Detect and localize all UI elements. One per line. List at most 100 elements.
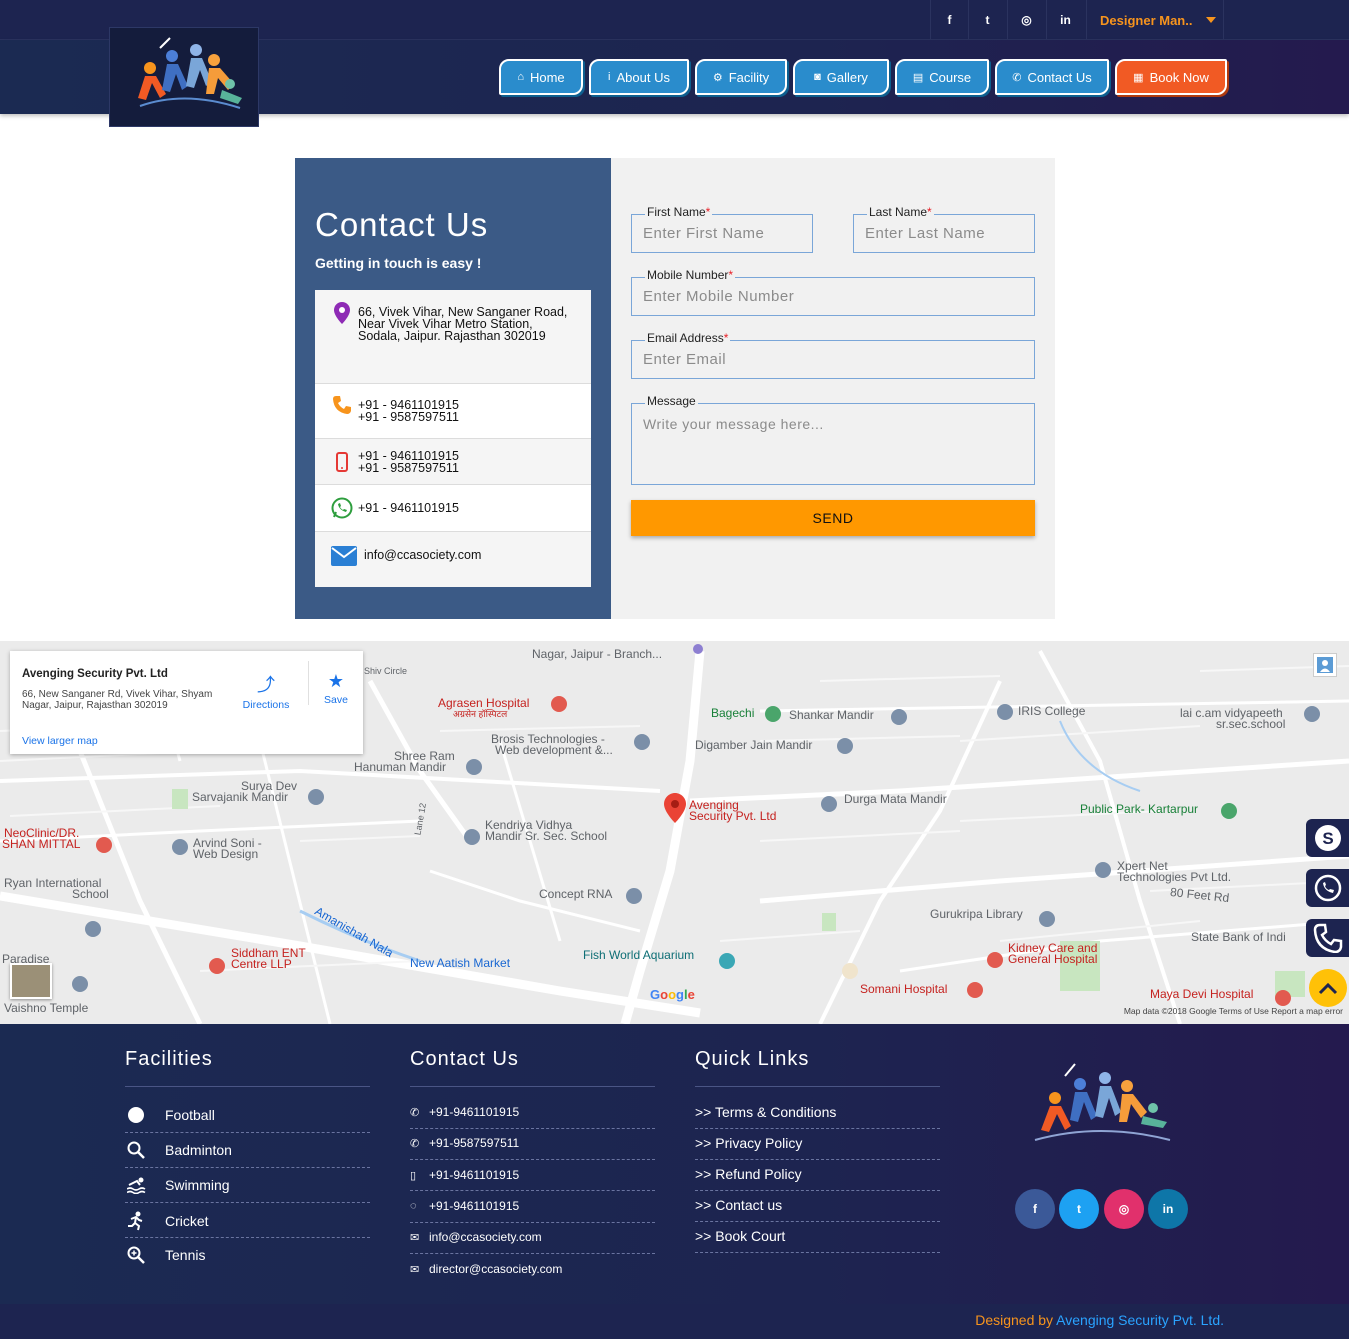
facility-cricket[interactable]: Cricket: [127, 1211, 209, 1231]
facility-badminton[interactable]: Badminton: [127, 1141, 232, 1159]
address-line: Sodala, Jaipur. Rajasthan 302019: [358, 329, 546, 343]
save-button[interactable]: ★ Save: [301, 671, 371, 706]
email-address[interactable]: info@ccasociety.com: [364, 549, 481, 562]
instagram-icon[interactable]: ◎: [1007, 0, 1045, 40]
twitter-icon[interactable]: t: [1059, 1189, 1099, 1229]
nav-home-button[interactable]: ⌂ Home: [499, 59, 583, 95]
quick-link-contact[interactable]: >> Contact us: [695, 1197, 782, 1213]
facility-label: Cricket: [165, 1213, 209, 1229]
map-card-title: Avenging Security Pvt. Ltd: [22, 668, 168, 680]
directions-button[interactable]: ⤴ Directions: [231, 671, 301, 711]
phone-number[interactable]: +91 - 9587597511: [358, 411, 459, 424]
phone-numbers: +91 - 9461101915 +91 - 9587597511: [358, 399, 459, 424]
contact-title: Contact Us: [315, 206, 489, 243]
email-input[interactable]: Enter Email: [631, 340, 1035, 379]
mobile-number[interactable]: +91 - 9587597511: [358, 462, 459, 475]
home-icon: ⌂: [517, 71, 524, 83]
email-row: info@ccasociety.com: [315, 532, 591, 587]
divider: [125, 1237, 370, 1238]
facility-tennis[interactable]: Tennis: [127, 1246, 205, 1264]
camera-icon: ◙: [814, 71, 821, 83]
site-logo[interactable]: [109, 27, 259, 127]
instagram-icon[interactable]: ◎: [1104, 1189, 1144, 1229]
location-pin-icon[interactable]: [664, 793, 686, 823]
book-now-button[interactable]: ▦ Book Now: [1115, 59, 1227, 95]
satellite-toggle-thumbnail[interactable]: [10, 963, 52, 999]
swimmer-icon: [127, 1176, 165, 1194]
footer-contact-item[interactable]: ▯ +91-9461101915: [410, 1168, 519, 1182]
email-label-text: Email Address: [647, 331, 724, 345]
divider: [410, 1190, 655, 1191]
last-name-input[interactable]: Enter Last Name: [853, 214, 1035, 253]
required-marker: *: [705, 205, 711, 219]
facebook-icon[interactable]: f: [1015, 1189, 1055, 1229]
divider: [695, 1128, 940, 1129]
quick-link-terms[interactable]: >> Terms & Conditions: [695, 1104, 836, 1120]
google-logo: Google: [650, 987, 695, 1002]
whatsapp-float-button[interactable]: [1306, 869, 1349, 907]
footer-contact-item[interactable]: ◌ +91-9461101915: [410, 1199, 519, 1213]
quick-link-refund[interactable]: >> Refund Policy: [695, 1166, 802, 1182]
linkedin-icon[interactable]: in: [1046, 0, 1084, 40]
designer-company-link[interactable]: Avenging Security Pvt. Ltd.: [1056, 1312, 1224, 1328]
football-icon: [127, 1106, 165, 1124]
gears-icon: ⚙: [712, 71, 723, 84]
call-float-button[interactable]: [1306, 919, 1349, 957]
phone-icon: ✆: [410, 1106, 420, 1119]
street-view-pegman-icon[interactable]: [1313, 653, 1337, 677]
nav-gallery-button[interactable]: ◙ Gallery: [793, 59, 889, 95]
divider: [125, 1132, 370, 1133]
nav-contact-button[interactable]: ✆ Contact Us: [995, 59, 1109, 95]
linkedin-icon[interactable]: in: [1148, 1189, 1188, 1229]
map-card-address: 66, New Sanganer Rd, Vivek Vihar, Shyam …: [22, 689, 213, 711]
divider: [410, 1222, 655, 1223]
nav-course-button[interactable]: ▤ Course: [895, 59, 989, 95]
message-label: Message: [645, 394, 698, 408]
footer-contact-item[interactable]: ✉ director@ccasociety.com: [410, 1262, 562, 1276]
contact-form: Enter First Name First Name* Enter Last …: [611, 158, 1055, 619]
nav-about-button[interactable]: i About Us: [589, 59, 689, 95]
skype-button[interactable]: S: [1306, 819, 1349, 857]
footer-contact-text: director@ccasociety.com: [429, 1262, 563, 1276]
facility-football[interactable]: Football: [127, 1106, 215, 1124]
language-dropdown[interactable]: Designer Man..: [1086, 0, 1224, 40]
chevron-up-icon: [1318, 982, 1338, 995]
facility-swimming[interactable]: Swimming: [127, 1176, 230, 1194]
required-marker: *: [927, 205, 932, 219]
divider: [410, 1128, 655, 1129]
footer-contact-item[interactable]: ✆ +91-9461101915: [410, 1105, 519, 1119]
heading-underline: [410, 1086, 655, 1087]
google-map[interactable]: Nagar, Jaipur - Branch... Agrasen Hospit…: [0, 641, 1349, 1024]
footer-contact-item[interactable]: ✉ info@ccasociety.com: [410, 1230, 542, 1244]
facebook-icon[interactable]: f: [930, 0, 968, 40]
view-larger-map-link[interactable]: View larger map: [22, 735, 98, 747]
send-button[interactable]: SEND: [631, 500, 1035, 536]
footer-contact-heading: Contact Us: [410, 1048, 519, 1070]
footer-contact-item[interactable]: ✆ +91-9587597511: [410, 1136, 519, 1150]
quick-links-heading: Quick Links: [695, 1048, 810, 1070]
message-textarea[interactable]: Write your message here...: [631, 403, 1035, 485]
quick-link-book-court[interactable]: >> Book Court: [695, 1228, 785, 1244]
mobile-label: Mobile Number*: [645, 268, 736, 282]
heading-underline: [125, 1086, 370, 1087]
phone-icon: ✆: [1012, 71, 1022, 84]
footer-logo: [1034, 1063, 1171, 1141]
scroll-to-top-button[interactable]: [1309, 969, 1347, 1007]
nav-facility-button[interactable]: ⚙ Facility: [695, 59, 787, 95]
first-name-input[interactable]: Enter First Name: [631, 214, 813, 253]
required-marker: *: [723, 331, 729, 345]
whatsapp-icon: ◌: [410, 1200, 417, 1212]
twitter-icon[interactable]: t: [968, 0, 1006, 40]
footer-contact-text: +91-9461101915: [429, 1105, 520, 1119]
contact-subtitle: Getting in touch is easy !: [315, 255, 482, 271]
sports-logo-graphic: [138, 37, 242, 109]
quick-link-privacy[interactable]: >> Privacy Policy: [695, 1135, 802, 1151]
footer-contact-text: +91-9587597511: [429, 1136, 520, 1150]
star-icon: ★: [327, 671, 345, 691]
nav-facility-label: Facility: [728, 69, 770, 85]
whatsapp-number[interactable]: +91 - 9461101915: [358, 502, 459, 515]
envelope-icon: ✉: [410, 1231, 420, 1244]
address-row: 66, Vivek Vihar, New Sanganer Road, Near…: [315, 290, 591, 384]
mobile-input[interactable]: Enter Mobile Number: [631, 277, 1035, 316]
divider: [125, 1202, 370, 1203]
